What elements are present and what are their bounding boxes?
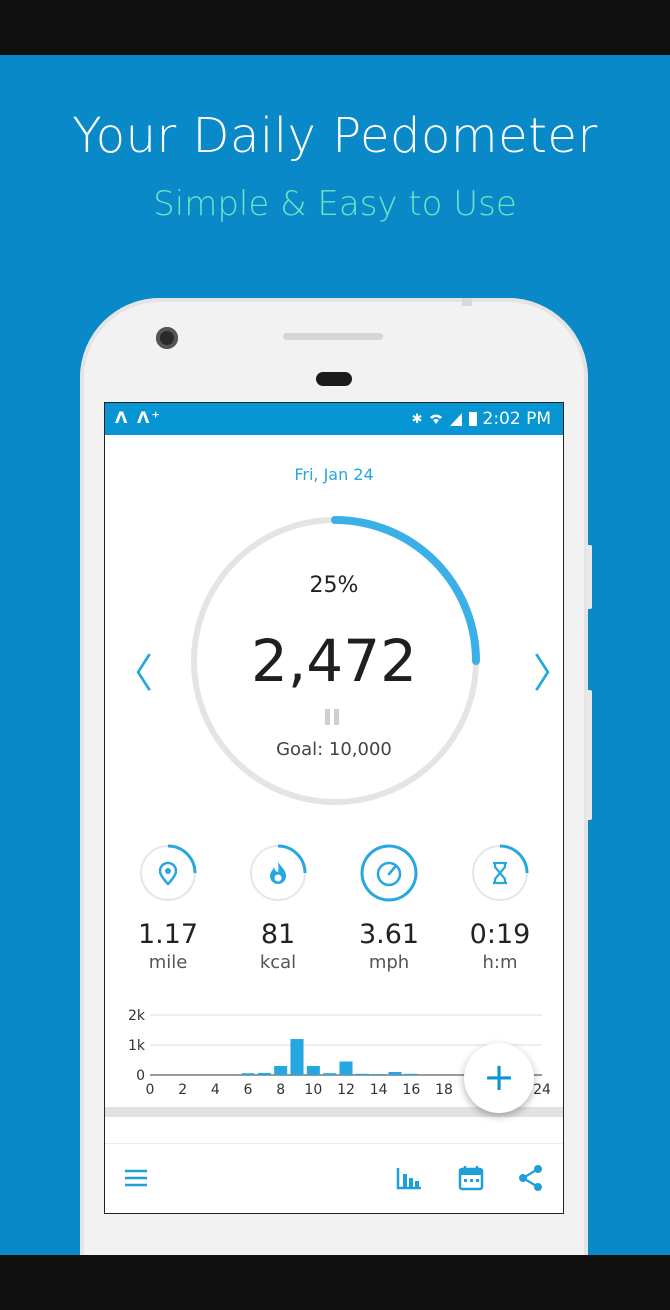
x-tick-label: 8 <box>276 1082 285 1098</box>
menu-icon[interactable] <box>123 1164 151 1192</box>
y-tick-label: 1k <box>128 1038 146 1054</box>
hourglass-icon <box>493 861 507 885</box>
step-count: 2,472 <box>250 627 418 695</box>
stat-value: 81 <box>260 919 296 950</box>
location-pin-icon <box>158 861 178 886</box>
chart-bar <box>388 1072 402 1075</box>
phone-power-button <box>586 690 592 820</box>
x-tick-label: 18 <box>435 1082 453 1098</box>
stat-unit: mile <box>148 952 188 973</box>
x-tick-label: 14 <box>370 1082 388 1098</box>
phone-volume-button <box>586 545 592 609</box>
status-bar: Λ Λ⁺ ✱ 2:02 PM <box>105 403 563 435</box>
promo-headline: Your Daily Pedometer <box>72 108 598 164</box>
chart-bar <box>339 1061 353 1075</box>
speedometer-icon <box>376 861 402 887</box>
stat-unit: kcal <box>259 952 297 973</box>
bottom-toolbar <box>105 1143 563 1213</box>
flame-icon <box>270 862 286 884</box>
front-camera <box>156 327 178 349</box>
bar-chart-icon[interactable] <box>395 1164 423 1192</box>
earpiece-speaker <box>283 333 383 340</box>
notification-icons: Λ Λ⁺ <box>115 408 162 427</box>
x-tick-label: 0 <box>146 1082 155 1098</box>
x-tick-label: 2 <box>178 1082 187 1098</box>
phone-antenna-band <box>462 298 472 306</box>
stat-value: 0:19 <box>469 919 531 950</box>
stat-unit: mph <box>368 952 410 973</box>
chart-bar <box>306 1066 320 1075</box>
step-goal[interactable]: Goal: 10,000 <box>105 739 563 760</box>
add-button[interactable]: + <box>464 1043 534 1113</box>
stat-distance: 1.17 mile <box>113 843 223 973</box>
chart-bar <box>372 1074 386 1075</box>
chart-bar <box>404 1073 418 1075</box>
y-tick-label: 0 <box>136 1068 145 1084</box>
chart-bar <box>290 1039 304 1075</box>
x-tick-label: 16 <box>402 1082 420 1098</box>
progress-percent: 25% <box>309 573 359 598</box>
bluetooth-icon: ✱ <box>411 411 423 427</box>
x-tick-label: 24 <box>533 1082 551 1098</box>
share-icon[interactable] <box>517 1164 545 1192</box>
current-date[interactable]: Fri, Jan 24 <box>105 465 563 484</box>
stat-calories: 81 kcal <box>223 843 333 973</box>
battery-charging-icon <box>468 412 477 426</box>
status-right: ✱ 2:02 PM <box>412 409 551 429</box>
status-time: 2:02 PM <box>482 409 552 429</box>
stat-value: 1.17 <box>137 919 199 950</box>
stat-duration: 0:19 h:m <box>445 843 555 973</box>
stat-unit: h:m <box>482 952 518 973</box>
x-tick-label: 6 <box>244 1082 253 1098</box>
wifi-icon <box>429 414 442 424</box>
signal-icon <box>449 413 462 426</box>
chart-bar <box>323 1073 337 1075</box>
stat-speed: 3.61 mph <box>334 843 444 973</box>
phone-screen: Λ Λ⁺ ✱ 2:02 PM Fri, Jan 24 〈 〉 25% 2,472… <box>104 402 564 1214</box>
bottom-black-band <box>0 1255 670 1310</box>
promo-subhead: Simple & Easy to Use <box>153 184 517 224</box>
stat-value: 3.61 <box>358 919 420 950</box>
y-tick-label: 2k <box>128 1008 146 1024</box>
chart-bar <box>355 1073 369 1075</box>
x-tick-label: 10 <box>304 1082 322 1098</box>
chart-bar <box>257 1072 271 1075</box>
proximity-sensor <box>316 372 352 386</box>
chart-bar <box>274 1066 288 1075</box>
x-tick-label: 4 <box>211 1082 220 1098</box>
calendar-icon[interactable] <box>457 1164 485 1192</box>
chart-bar <box>241 1073 255 1075</box>
pause-icon[interactable] <box>325 709 341 725</box>
top-black-band <box>0 0 670 55</box>
x-tick-label: 12 <box>337 1082 355 1098</box>
